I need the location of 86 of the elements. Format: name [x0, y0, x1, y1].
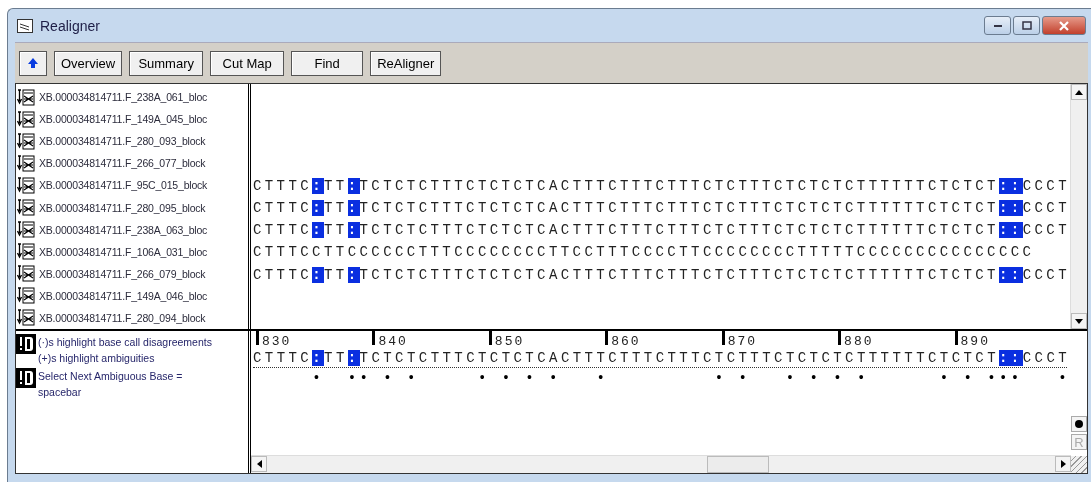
ruler-label: 850	[493, 334, 525, 349]
legend-text: Select Next Ambiguous Base = spacebar	[38, 369, 184, 400]
toolbar-button[interactable]: ReAligner	[370, 50, 442, 76]
highlighted-base: :	[312, 177, 324, 194]
up-triangle-icon	[1075, 89, 1083, 95]
sequence-text: CCCT	[1022, 200, 1070, 217]
highlighted-base: ::	[998, 200, 1023, 217]
resize-grip[interactable]	[1071, 456, 1087, 473]
highlighted-base: :	[347, 266, 360, 283]
legend-text: (+)s highlight ambiguities	[38, 351, 156, 366]
highlighted-base: :	[312, 350, 325, 366]
read-name[interactable]: XB.000034814711.F_266_079_block	[39, 267, 206, 280]
read-name[interactable]: XB.000034814711.F_266_077_block	[39, 157, 206, 170]
toolbar-button[interactable]: Overview	[54, 50, 123, 76]
sequence-text: TT	[323, 266, 348, 283]
sequence-text: CCCT	[1022, 177, 1070, 194]
read-name[interactable]: XB.000034814711.F_149A_046_bloc	[39, 289, 208, 302]
highlighted-base: :	[347, 222, 360, 239]
highlighted-base: ::	[998, 266, 1023, 283]
window-title: Realigner	[40, 17, 100, 34]
sequence-text: CCCT	[1022, 266, 1070, 283]
sequence-text: TCTCTCTTTCTCTCTCACTTTCTTTCTTTCTCTTTCTCTCTCTTTTTTCTCTCT	[359, 222, 999, 239]
sequence-text: TT	[323, 222, 348, 239]
highlighted-base: :	[312, 200, 324, 217]
down-triangle-icon	[1075, 318, 1083, 324]
ruler-label: 860	[610, 334, 641, 349]
read-name[interactable]: XB.000034814711.F_95C_015_block	[39, 179, 208, 192]
sequence-text: CTTTC	[252, 266, 313, 283]
sequence-text: TCTCTCTTTCTCTCTCACTTTCTTTCTTTCTCTTTCTCTCTCTTTTTTCTCTCT	[359, 200, 999, 217]
scroll-right-button[interactable]	[1055, 456, 1071, 472]
consensus-text: TCTCTCTTTCTCTCTCACTTTCTTTCTTTCTCTTTCTCTCTCTTTTTTCTCTCT	[359, 350, 1000, 366]
highlighted-base: ::	[998, 177, 1023, 194]
maximize-button[interactable]	[1013, 16, 1040, 35]
highlighted-base: :	[312, 266, 324, 283]
consensus-text: CCCT	[1022, 350, 1071, 366]
ruler-label: 870	[726, 334, 758, 349]
highlighted-base: ::	[999, 350, 1023, 366]
minimize-button[interactable]	[984, 16, 1011, 35]
highlighted-base: :	[347, 350, 360, 366]
dot-icon	[1075, 420, 1083, 428]
sequence-text: TCTCTCTTTCTCTCTCACTTTCTTTCTTTCTCTTTCTCTCTCTTTTTTCTCTCT	[359, 177, 999, 194]
highlighted-base: :	[312, 222, 324, 239]
close-button[interactable]	[1042, 16, 1086, 35]
ambiguity-marks: • •• • • • • • • • • • • • • • • • ••• •	[311, 370, 1071, 386]
scroll-left-button[interactable]	[251, 456, 267, 472]
horizontal-scrollbar[interactable]	[251, 455, 1071, 473]
read-name[interactable]: XB.000034814711.F_280_095_block	[39, 201, 206, 214]
consensus-text: CTTTC	[253, 350, 313, 366]
read-name[interactable]: XB.000034814711.F_106A_031_bloc	[39, 245, 208, 258]
ruler-label: 890	[959, 334, 990, 349]
ruler-label: 880	[843, 334, 874, 349]
window-app-icon	[17, 18, 33, 33]
sequence-text: CTTTC	[252, 200, 313, 217]
vertical-scrollbar[interactable]	[1070, 84, 1087, 329]
maximize-icon	[1021, 21, 1032, 30]
sequence-text: TT	[323, 177, 348, 194]
read-name[interactable]: XB.000034814711.F_238A_063_bloc	[39, 223, 208, 236]
toolbar-button[interactable]: Summary	[129, 50, 204, 76]
scroll-down-button[interactable]	[1071, 313, 1087, 329]
up-button[interactable]	[19, 50, 47, 76]
right-triangle-icon	[1060, 460, 1066, 468]
up-arrow-icon	[28, 58, 38, 68]
toolbar-button[interactable]: Find	[291, 50, 364, 76]
consensus-text: TT	[324, 350, 348, 366]
sequence-text: TCTCTCTTTCTCTCTCACTTTCTTTCTTTCTCTTTCTCTCTCTTTTTTCTCTCT	[359, 266, 999, 283]
sequence-text: CCCT	[1022, 222, 1070, 239]
read-name[interactable]: XB.000034814711.F_238A_061_bloc	[39, 91, 208, 104]
sequence-text: TT	[323, 200, 348, 217]
dot-button[interactable]	[1071, 416, 1087, 432]
scroll-thumb[interactable]	[707, 456, 769, 473]
sequence-text: CTTTC	[252, 222, 313, 239]
highlighted-base: ::	[998, 222, 1023, 239]
read-name[interactable]: XB.000034814711.F_280_094_block	[39, 312, 206, 324]
sequence-text: CTTTCCTTCCCCCCTTTCCCCCCCCTTCCTTTCCCCTTCCCCCCCCTTTTTCCCCCCCCCCCCCCC	[252, 244, 1035, 261]
close-icon	[1058, 20, 1070, 31]
scroll-up-button[interactable]	[1071, 84, 1087, 100]
ruler-label: 840	[377, 334, 408, 349]
legend-text: (·)s highlight base call disagreements	[38, 335, 213, 350]
ruler-label: 830	[261, 334, 292, 349]
toolbar-button[interactable]: Cut Map	[210, 50, 285, 76]
read-name[interactable]: XB.000034814711.F_280_093_block	[39, 135, 206, 148]
highlighted-base: :	[347, 200, 360, 217]
read-name[interactable]: XB.000034814711.F_149A_045_bloc	[39, 113, 208, 126]
sequence-text: CTTTC	[252, 177, 313, 194]
left-triangle-icon	[256, 460, 262, 468]
highlighted-base: :	[347, 177, 360, 194]
